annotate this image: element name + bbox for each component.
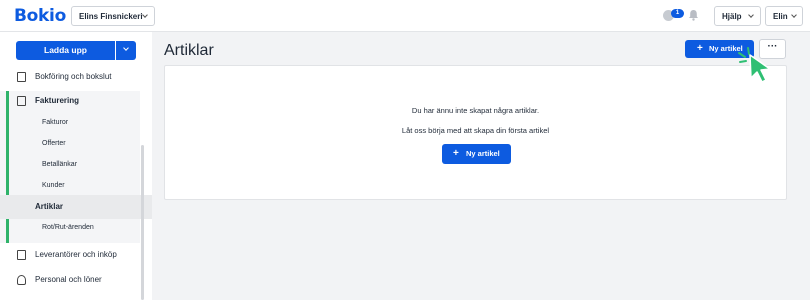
upload-button[interactable]: Ladda upp — [16, 41, 115, 60]
sidebar: Ladda upp Bokföring och bokslut Fakturer… — [0, 32, 152, 300]
chevron-down-icon — [142, 12, 148, 18]
sidebar-item-label: Leverantörer och inköp — [35, 250, 117, 259]
help-menu[interactable]: Hjälp — [714, 6, 761, 26]
top-bar: Bokio Elins Finsnickeri 1 Hjälp Elin — [0, 0, 810, 32]
sidebar-subitem-quotes[interactable]: Offerter — [42, 140, 66, 147]
empty-state-hint: Låt oss börja med att skapa din första a… — [401, 126, 550, 135]
chevron-down-icon — [123, 45, 129, 51]
create-first-article-button[interactable]: + Ny artikel — [442, 144, 511, 164]
company-selector[interactable]: Elins Finsnickeri — [71, 6, 155, 26]
sidebar-scrollbar[interactable] — [141, 145, 144, 300]
user-menu[interactable]: Elin — [765, 6, 803, 26]
company-name: Elins Finsnickeri — [79, 12, 143, 21]
supplier-icon — [17, 250, 26, 260]
sidebar-subitem-articles[interactable]: Artiklar — [0, 195, 152, 219]
sidebar-subitem-invoices[interactable]: Fakturor — [42, 119, 68, 126]
active-section-indicator — [6, 91, 9, 243]
person-icon — [17, 275, 26, 285]
page-title: Artiklar — [164, 42, 214, 59]
sidebar-subitem-rot-rut[interactable]: Rot/Rut-ärenden — [42, 224, 94, 231]
empty-state-card: Du har ännu inte skapat några artiklar. … — [164, 65, 787, 200]
bokio-logo[interactable]: Bokio — [14, 6, 66, 26]
book-icon — [17, 72, 26, 82]
plus-icon: + — [697, 43, 703, 54]
help-label: Hjälp — [722, 12, 742, 21]
create-article-label: Ny artikel — [466, 149, 500, 158]
bell-icon[interactable] — [688, 9, 699, 21]
upload-dropdown-button[interactable] — [116, 41, 136, 60]
chevron-down-icon — [791, 12, 797, 18]
sidebar-subitem-payment-links[interactable]: Betallänkar — [42, 161, 77, 168]
sidebar-item-label: Personal och löner — [35, 275, 102, 284]
sidebar-item-label: Fakturering — [35, 96, 80, 105]
plus-icon: + — [453, 148, 459, 159]
pointer-cursor-icon — [738, 47, 771, 83]
user-label: Elin — [773, 12, 788, 21]
chevron-down-icon — [748, 12, 754, 18]
sidebar-item-label: Artiklar — [35, 202, 64, 211]
main-content: Artiklar + Ny artikel ··· Du har ännu in… — [152, 32, 810, 300]
sidebar-subitem-customers[interactable]: Kunder — [42, 182, 65, 189]
invoice-icon — [17, 96, 26, 106]
notification-badge[interactable]: 1 — [671, 9, 684, 18]
sidebar-item-label: Bokföring och bokslut — [35, 72, 112, 81]
empty-state-message: Du har ännu inte skapat några artiklar. — [411, 106, 540, 115]
